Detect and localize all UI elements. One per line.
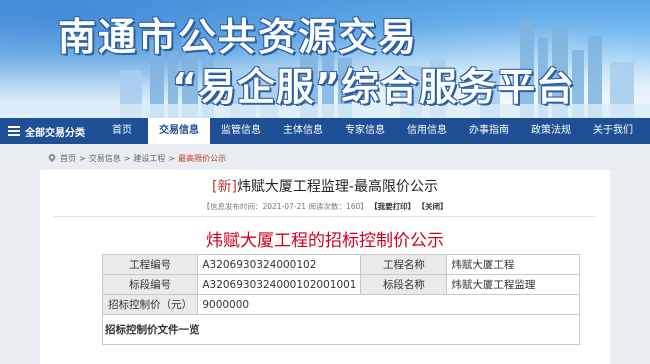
banner-title-line1: 南通市公共资源交易 <box>58 15 419 59</box>
breadcrumb-trading-info[interactable]: 交易信息 <box>89 153 121 164</box>
nav-item-about[interactable]: 关于我们 <box>582 118 644 144</box>
breadcrumb-current: 最高限价公示 <box>178 153 227 163</box>
article-title: 炜赋大厦工程监理-最高限价公示 <box>236 179 438 195</box>
section-number-value: A3206930324000102001001 <box>197 274 362 295</box>
table-row: 工程编号 A3206930324000102 工程名称 炜赋大厦工程 <box>101 254 580 275</box>
nav-item-credit-info[interactable]: 信用信息 <box>396 118 458 144</box>
section-number-label: 标段编号 <box>101 274 199 295</box>
divider <box>54 216 596 217</box>
menu-icon <box>8 126 20 136</box>
project-name-label: 工程名称 <box>360 254 448 275</box>
location-pin-icon <box>48 154 56 162</box>
document-title: 炜赋大厦工程的招标控制价公示 <box>206 231 444 251</box>
new-tag: [新] <box>212 179 237 195</box>
nav-item-expert-info[interactable]: 专家信息 <box>334 118 396 144</box>
bid-info-table: 工程编号 A3206930324000102 工程名称 炜赋大厦工程 标段编号 … <box>101 254 580 345</box>
all-categories-label: 全部交易分类 <box>25 127 85 139</box>
article-headline: [新]炜赋大厦工程监理-最高限价公示 <box>40 176 610 196</box>
nav-item-entity-info[interactable]: 主体信息 <box>272 118 334 144</box>
publish-date-label: 【信息发布时间： <box>202 202 263 211</box>
project-number-label: 工程编号 <box>101 254 199 275</box>
control-price-value: 9000000 <box>197 294 580 315</box>
nav-item-guide[interactable]: 办事指南 <box>458 118 520 144</box>
site-banner: 南通市公共资源交易 “易企服”综合服务平台 <box>0 0 650 118</box>
control-price-label: 招标控制价（元） <box>101 294 199 315</box>
nav-item-trading-info[interactable]: 交易信息 <box>148 118 210 144</box>
project-number-value: A3206930324000102 <box>197 254 362 275</box>
banner-title-line2: “易企服”综合服务平台 <box>172 65 575 109</box>
view-count: 160 <box>345 202 361 211</box>
publish-date: 2021-07-21 <box>262 202 307 211</box>
section-name-label: 标段名称 <box>360 274 448 295</box>
breadcrumb-home[interactable]: 首页 <box>60 153 76 164</box>
main-nav: 全部交易分类 首页 交易信息 监管信息 主体信息 专家信息 信用信息 办事指南 … <box>0 118 650 144</box>
all-categories-button[interactable]: 全部交易分类 <box>0 118 96 144</box>
breadcrumb-separator: > <box>79 153 86 163</box>
section-name-value: 炜赋大厦工程监理 <box>446 274 580 295</box>
nav-item-home[interactable]: 首页 <box>96 118 148 144</box>
nav-item-policy[interactable]: 政策法规 <box>520 118 582 144</box>
meta-close-bracket: 】 <box>360 202 368 211</box>
breadcrumb-separator: > <box>168 153 176 163</box>
project-name-value: 炜赋大厦工程 <box>446 254 580 275</box>
table-row: 标段编号 A3206930324000102001001 标段名称 炜赋大厦工程… <box>101 274 580 295</box>
breadcrumb-separator: > <box>123 153 131 163</box>
table-row: 招标控制价（元） 9000000 <box>101 294 580 315</box>
control-price-files-heading: 招标控制价文件一览 <box>102 314 580 345</box>
breadcrumb: 首页 > 交易信息 > 建设工程 > 最高限价公示 <box>48 150 229 166</box>
breadcrumb-construction[interactable]: 建设工程 <box>133 153 165 164</box>
article-panel: [新]炜赋大厦工程监理-最高限价公示 【信息发布时间：2021-07-21 阅读… <box>40 170 610 364</box>
view-count-label: 阅读次数： <box>308 202 346 211</box>
table-row: 招标控制价文件一览 <box>102 314 580 345</box>
print-link[interactable]: 【我要打印】 <box>370 202 415 211</box>
article-meta: 【信息发布时间：2021-07-21 阅读次数：160】 【我要打印】 【关闭】 <box>40 201 610 212</box>
nav-item-supervision-info[interactable]: 监管信息 <box>210 118 272 144</box>
close-link[interactable]: 【关闭】 <box>418 202 448 211</box>
